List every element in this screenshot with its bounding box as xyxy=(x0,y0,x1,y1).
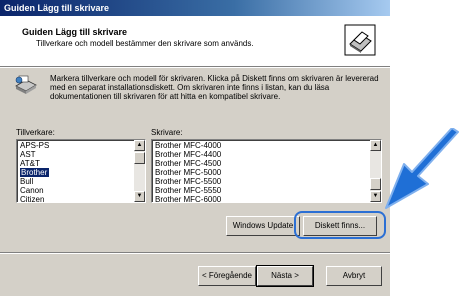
printer-list-item[interactable]: Brother MFC-5000 xyxy=(154,168,221,177)
manufacturer-scrollbar[interactable]: ▲ ▼ xyxy=(134,140,145,202)
wizard-header: Guiden Lägg till skrivare Tillverkare oc… xyxy=(0,16,390,67)
header-separator xyxy=(0,67,390,68)
windows-update-button[interactable]: Windows Update xyxy=(226,216,300,236)
printer-install-icon xyxy=(15,75,37,94)
scroll-thumb[interactable] xyxy=(134,152,145,164)
printer-scrollbar[interactable]: ▲ ▼ xyxy=(370,140,381,202)
printer-list-item[interactable]: Brother MFC-5550 xyxy=(154,186,221,195)
next-button[interactable]: Nästa > xyxy=(256,265,314,287)
printer-list-item[interactable]: Brother MFC-5500 xyxy=(154,177,221,186)
printer-list[interactable]: Brother MFC-4000 Brother MFC-4400 Brother … xyxy=(151,139,382,203)
add-printer-wizard-window: Guiden Lägg till skrivare Guiden Lägg ti… xyxy=(0,0,390,296)
manufacturer-list[interactable]: APS-PS AST AT&T Brother Bull Canon Citizen ▲ ▼ xyxy=(16,139,146,203)
instruction-text: Markera tillverkare och modell för skriv… xyxy=(50,74,379,101)
manufacturer-list-item[interactable]: Bull xyxy=(19,177,49,186)
cancel-button[interactable]: Avbryt xyxy=(326,266,382,286)
manufacturer-list-item[interactable]: AST xyxy=(19,150,49,159)
printer-list-item[interactable]: Brother MFC-6000 xyxy=(154,195,221,202)
printer-label: Skrivare: xyxy=(151,128,183,137)
manufacturer-list-item[interactable]: Citizen xyxy=(19,195,49,202)
manufacturer-list-item[interactable]: Brother xyxy=(19,168,50,177)
manufacturer-label: Tillverkare: xyxy=(16,128,55,137)
selected-item: Brother xyxy=(20,168,50,177)
manufacturer-list-item[interactable]: APS-PS xyxy=(19,141,49,150)
printer-list-item[interactable]: Brother MFC-4500 xyxy=(154,159,221,168)
callout-arrow-icon xyxy=(385,128,459,209)
button-separator xyxy=(0,252,390,254)
scroll-down-icon[interactable]: ▼ xyxy=(370,191,381,202)
window-title: Guiden Lägg till skrivare xyxy=(0,0,390,16)
printer-list-item[interactable]: Brother MFC-4000 xyxy=(154,141,221,150)
printer-items: Brother MFC-4000 Brother MFC-4400 Brother … xyxy=(154,141,221,202)
have-disk-button[interactable]: Diskett finns... xyxy=(303,216,377,236)
header-title: Guiden Lägg till skrivare xyxy=(22,27,128,37)
back-button[interactable]: < Föregående xyxy=(198,266,256,286)
manufacturer-items: APS-PS AST AT&T Brother Bull Canon Citizen xyxy=(19,141,50,202)
manufacturer-list-item[interactable]: AT&T xyxy=(19,159,49,168)
scroll-thumb[interactable] xyxy=(370,178,381,190)
scroll-down-icon[interactable]: ▼ xyxy=(134,191,145,202)
printer-list-item[interactable]: Brother MFC-4400 xyxy=(154,150,221,159)
scroll-up-icon[interactable]: ▲ xyxy=(134,140,145,151)
scroll-up-icon[interactable]: ▲ xyxy=(370,140,381,151)
manufacturer-list-item[interactable]: Canon xyxy=(19,186,49,195)
header-subtitle: Tillverkare och modell bestämmer den skr… xyxy=(36,39,254,48)
printer-icon xyxy=(344,24,376,56)
